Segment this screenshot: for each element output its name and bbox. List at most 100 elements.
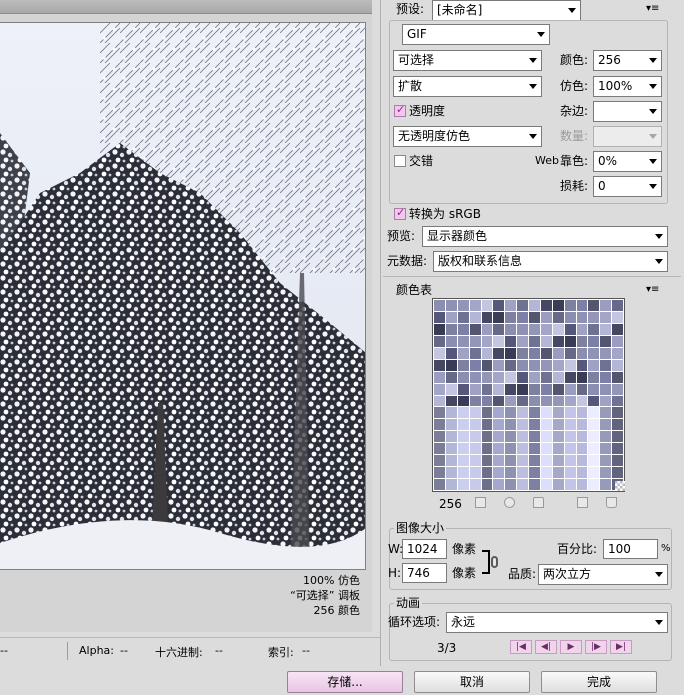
color-swatch[interactable] (612, 335, 623, 347)
color-swatch[interactable] (576, 467, 588, 479)
color-swatch[interactable] (564, 455, 576, 467)
color-swatch[interactable] (552, 419, 564, 431)
color-swatch[interactable] (457, 431, 469, 443)
color-swatch[interactable] (576, 347, 588, 359)
color-swatch[interactable] (469, 455, 481, 467)
color-swatch[interactable] (517, 479, 528, 490)
color-swatch[interactable] (540, 479, 552, 490)
color-swatch[interactable] (457, 395, 469, 407)
color-swatch[interactable] (469, 467, 481, 479)
color-swatch[interactable] (505, 335, 517, 347)
play-icon[interactable]: ▶ (560, 640, 582, 654)
color-swatch[interactable] (469, 335, 481, 347)
color-swatch[interactable] (529, 335, 540, 347)
color-swatch[interactable] (505, 383, 517, 395)
transparency-dither-select[interactable]: 无透明度仿色 (393, 126, 542, 147)
color-swatch[interactable] (445, 443, 457, 455)
color-swatch[interactable] (552, 479, 564, 490)
color-swatch[interactable] (445, 431, 457, 443)
color-swatch[interactable] (457, 311, 469, 323)
color-swatch[interactable] (552, 431, 564, 443)
color-swatch[interactable] (517, 347, 528, 359)
color-swatch[interactable] (469, 311, 481, 323)
color-swatch[interactable] (517, 371, 528, 383)
color-swatch[interactable] (481, 359, 493, 371)
color-swatch[interactable] (529, 431, 540, 443)
panel-menu-icon[interactable]: ▾≡ (646, 4, 660, 14)
color-swatch[interactable] (564, 335, 576, 347)
color-swatch[interactable] (517, 467, 528, 479)
color-swatch[interactable] (612, 467, 623, 479)
color-swatch[interactable] (457, 347, 469, 359)
color-swatch[interactable] (434, 383, 445, 395)
color-swatch[interactable] (600, 419, 612, 431)
color-swatch[interactable] (445, 359, 457, 371)
color-swatch[interactable] (612, 395, 623, 407)
color-swatch[interactable] (588, 419, 600, 431)
color-swatch[interactable] (493, 300, 505, 311)
color-swatch[interactable] (529, 455, 540, 467)
color-swatch[interactable] (564, 407, 576, 419)
matte-select[interactable] (593, 101, 662, 122)
convert-srgb-checkbox[interactable] (394, 206, 406, 220)
color-swatch[interactable] (576, 431, 588, 443)
color-swatch[interactable] (481, 383, 493, 395)
color-swatch[interactable] (457, 335, 469, 347)
color-swatch[interactable] (600, 479, 612, 490)
transparency-checkbox[interactable] (394, 103, 406, 117)
color-swatch[interactable] (517, 395, 528, 407)
color-swatch[interactable] (540, 467, 552, 479)
metadata-select[interactable]: 版权和联系信息 (433, 251, 668, 272)
color-swatch[interactable] (505, 467, 517, 479)
color-swatch[interactable] (552, 323, 564, 335)
color-swatch[interactable] (588, 479, 600, 490)
color-swatch[interactable] (445, 323, 457, 335)
color-swatch[interactable] (600, 347, 612, 359)
color-swatch[interactable] (540, 407, 552, 419)
color-swatch[interactable] (505, 443, 517, 455)
color-swatch[interactable] (600, 371, 612, 383)
first-frame-icon[interactable]: |◀ (510, 640, 532, 654)
color-swatch[interactable] (552, 455, 564, 467)
color-swatch[interactable] (481, 395, 493, 407)
color-swatch[interactable] (481, 335, 493, 347)
color-swatch[interactable] (612, 323, 623, 335)
color-swatch[interactable] (434, 467, 445, 479)
color-swatch[interactable] (517, 383, 528, 395)
color-swatch[interactable] (469, 431, 481, 443)
color-swatch[interactable] (612, 431, 623, 443)
percent-input[interactable]: 100 (603, 539, 658, 559)
color-swatch[interactable] (600, 359, 612, 371)
color-swatch[interactable] (434, 431, 445, 443)
color-swatch[interactable] (481, 431, 493, 443)
color-swatch[interactable] (445, 371, 457, 383)
color-swatch[interactable] (493, 383, 505, 395)
color-swatch[interactable] (434, 371, 445, 383)
color-swatch[interactable] (434, 311, 445, 323)
color-swatch[interactable] (540, 419, 552, 431)
interlaced-checkbox[interactable] (394, 155, 406, 167)
preview-image[interactable] (0, 22, 366, 570)
color-swatch[interactable] (600, 443, 612, 455)
color-swatch[interactable] (505, 395, 517, 407)
color-swatch[interactable] (529, 395, 540, 407)
color-swatch[interactable] (564, 359, 576, 371)
color-swatch[interactable] (505, 419, 517, 431)
color-swatch[interactable] (445, 395, 457, 407)
color-swatch[interactable] (457, 359, 469, 371)
color-swatch[interactable] (493, 371, 505, 383)
lossy-select[interactable]: 0 (593, 176, 662, 197)
color-swatch[interactable] (529, 383, 540, 395)
color-swatch[interactable] (434, 395, 445, 407)
color-swatch[interactable] (469, 383, 481, 395)
color-swatch[interactable] (469, 443, 481, 455)
color-swatch[interactable] (445, 347, 457, 359)
color-swatch[interactable] (445, 335, 457, 347)
color-swatch[interactable] (600, 323, 612, 335)
color-swatch[interactable] (576, 335, 588, 347)
color-swatch[interactable] (493, 467, 505, 479)
color-swatch[interactable] (612, 347, 623, 359)
color-table-menu-icon[interactable]: ▾≡ (646, 285, 660, 295)
color-swatch[interactable] (600, 383, 612, 395)
color-swatch[interactable] (576, 443, 588, 455)
